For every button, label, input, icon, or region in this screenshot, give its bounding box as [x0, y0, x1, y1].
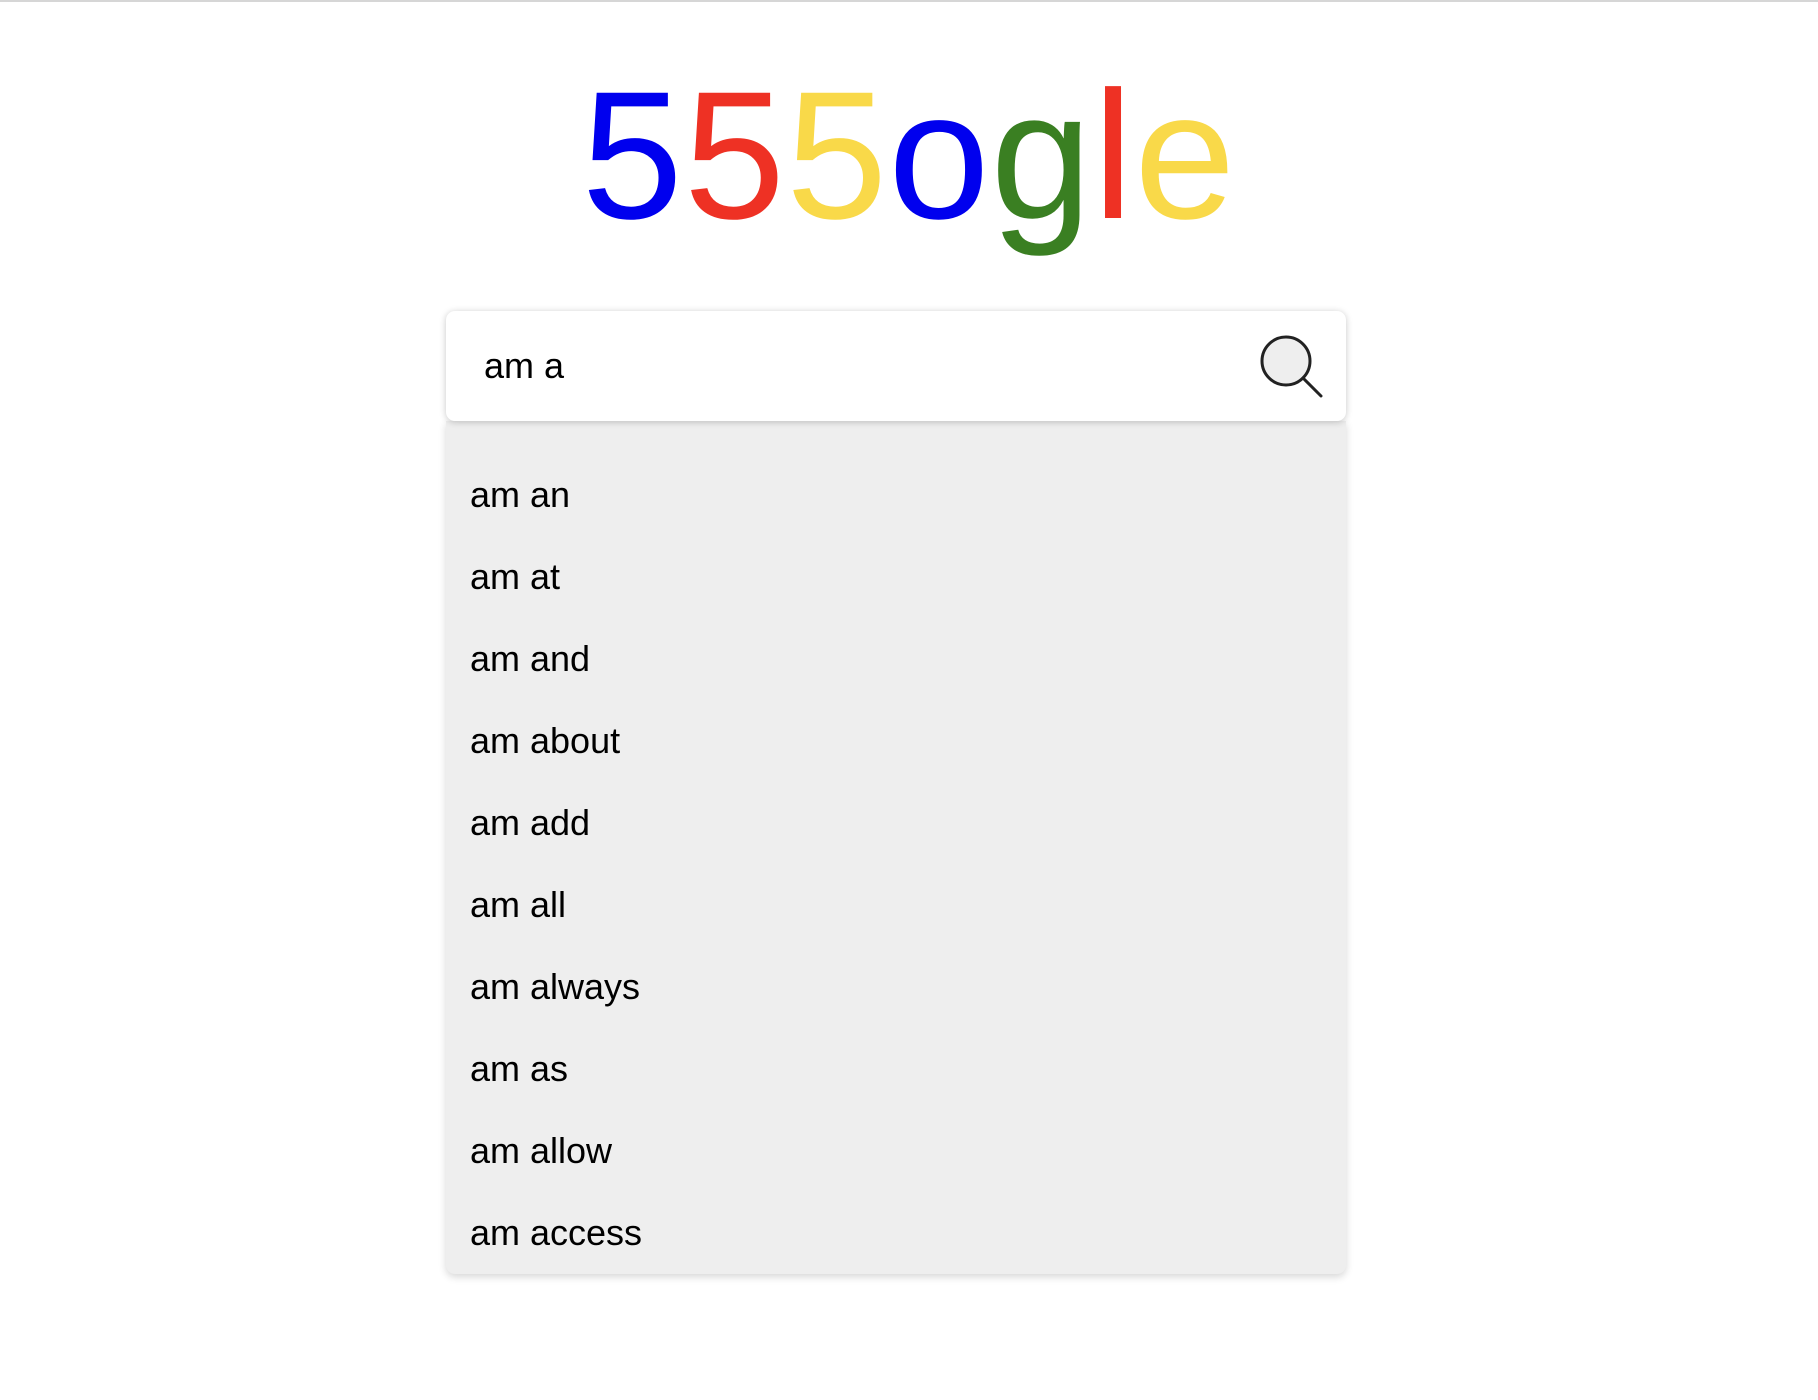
- logo-letter: e: [1134, 53, 1237, 257]
- logo-letter: 5: [581, 53, 684, 257]
- suggestion-item[interactable]: am an: [470, 465, 570, 525]
- logo-letter: 5: [683, 53, 787, 257]
- top-divider: [0, 0, 1818, 2]
- suggestion-item[interactable]: am allow: [470, 1121, 612, 1181]
- suggestion-item[interactable]: am as: [470, 1039, 568, 1099]
- search-box: [446, 311, 1346, 421]
- suggestion-item[interactable]: am about: [470, 711, 620, 771]
- suggestion-item[interactable]: am add: [470, 793, 590, 853]
- suggestion-item[interactable]: am all: [470, 875, 566, 935]
- suggestions-list: am an am at am and am about am add am al…: [446, 421, 1346, 1274]
- suggestion-item[interactable]: am at: [470, 547, 560, 607]
- suggestion-item[interactable]: am and: [470, 629, 590, 689]
- logo-letter: g: [990, 53, 1093, 257]
- logo-letter: l: [1092, 53, 1135, 257]
- suggestion-item[interactable]: am access: [470, 1203, 642, 1263]
- search-button[interactable]: [1254, 329, 1328, 403]
- logo-letter: o: [888, 53, 991, 257]
- search-input[interactable]: [484, 311, 1264, 421]
- search-icon: [1260, 335, 1323, 398]
- logo: 555ogle: [0, 55, 1818, 255]
- suggestion-item[interactable]: am always: [470, 957, 640, 1017]
- logo-letter: 5: [786, 53, 889, 257]
